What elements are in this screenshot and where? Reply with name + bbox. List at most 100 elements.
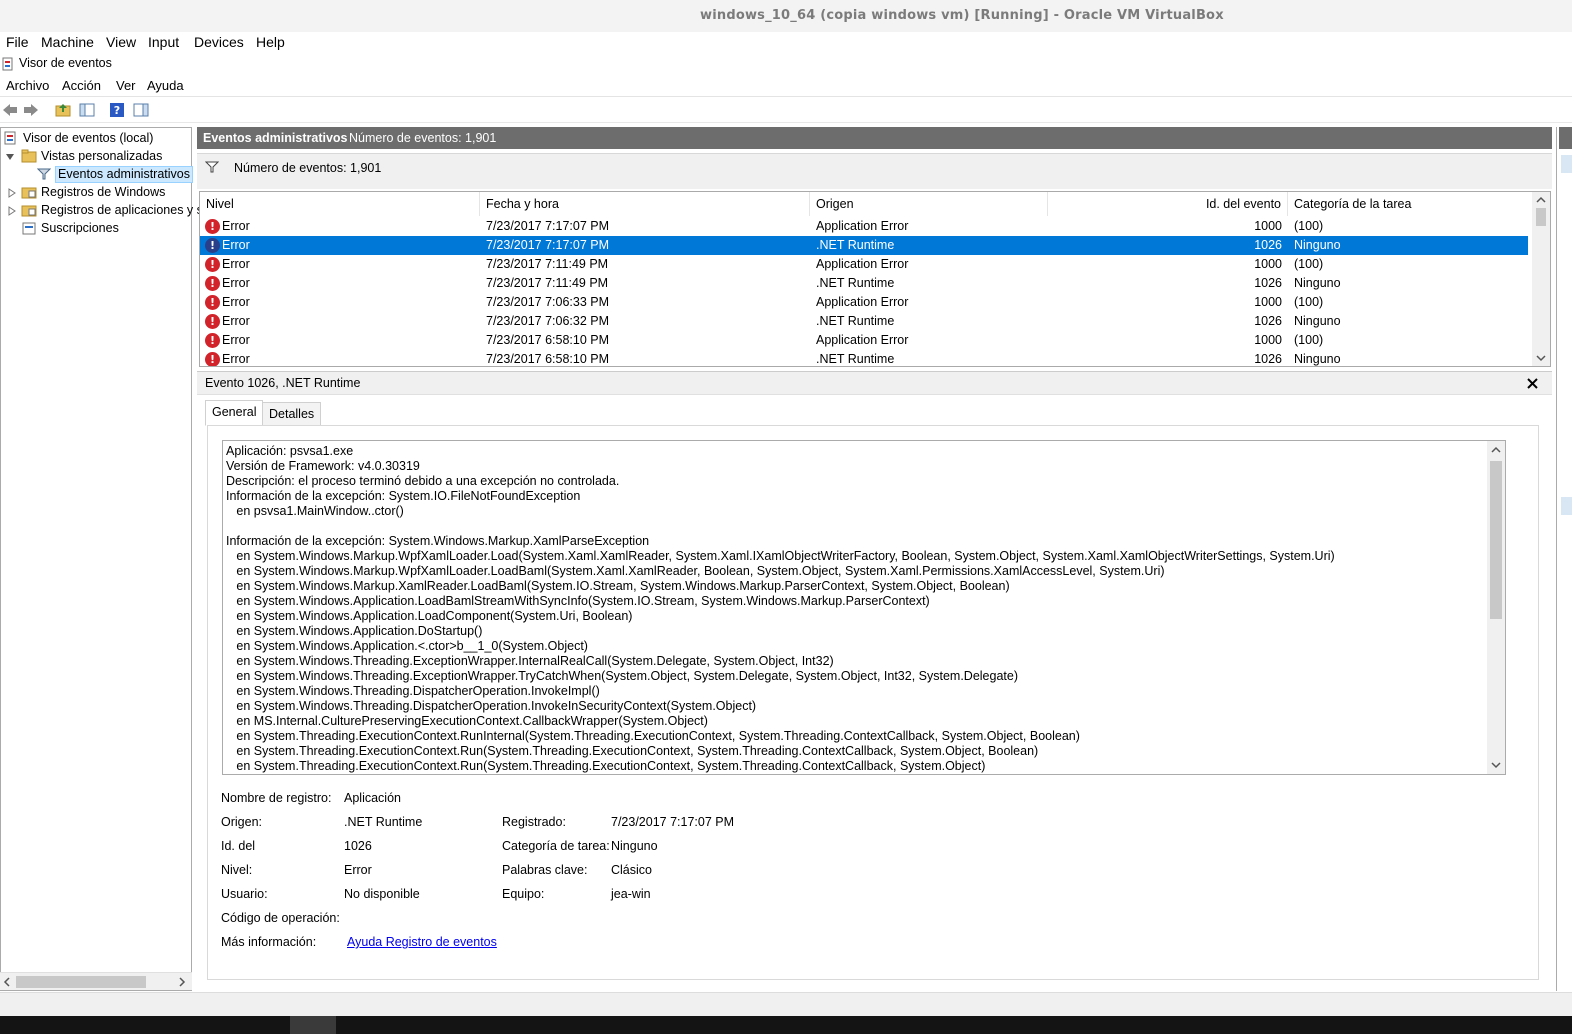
results-header: Eventos administrativos Número de evento…	[197, 127, 1552, 149]
scroll-down-icon[interactable]	[1536, 354, 1546, 362]
error-icon: !	[205, 219, 220, 234]
detail-header: Evento 1026, .NET Runtime	[197, 371, 1552, 395]
scroll-thumb[interactable]	[16, 976, 146, 988]
description-line: Información de la excepción: System.Wind…	[226, 534, 650, 548]
tree-item-label: Suscripciones	[41, 221, 119, 235]
scroll-thumb[interactable]	[1536, 208, 1546, 226]
subscriptions-icon	[22, 222, 36, 235]
vbox-menu-input[interactable]: Input	[148, 34, 179, 50]
results-header-title: Eventos administrativos	[203, 131, 348, 145]
col-id[interactable]: Id. del evento	[1048, 192, 1288, 216]
table-vertical-scrollbar[interactable]	[1532, 192, 1550, 366]
cell-event-id: 1000	[1254, 333, 1282, 347]
status-bar	[0, 992, 1572, 1016]
table-row[interactable]: ! Error 7/23/2017 7:06:32 PM .NET Runtime 10…	[200, 312, 1528, 331]
tree-item-label: Registros de aplicaciones y s	[41, 203, 203, 217]
table-row[interactable]: ! Error 7/23/2017 7:11:49 PM .NET Runtime 10…	[200, 274, 1528, 293]
prop-computer-value: jea-win	[611, 887, 651, 901]
vbox-menu-bar: File Machine View Input Devices Help	[0, 32, 1572, 52]
filter-bar: Número de eventos: 1,901	[197, 153, 1552, 189]
col-categoria[interactable]: Categoría de la tarea	[1288, 192, 1532, 216]
table-row[interactable]: ! Error 7/23/2017 7:17:07 PM .NET Runtime 10…	[200, 236, 1528, 255]
vbox-menu-machine[interactable]: Machine	[41, 34, 94, 50]
folder-icon	[21, 149, 37, 163]
scroll-up-icon[interactable]	[1491, 446, 1501, 454]
cell-category: Ninguno	[1294, 352, 1341, 366]
scroll-right-icon[interactable]	[178, 977, 186, 987]
error-icon: !	[205, 295, 220, 310]
scroll-down-icon[interactable]	[1491, 761, 1501, 769]
app-menu-bar: Archivo Acción Ver Ayuda	[0, 75, 1572, 97]
cell-event-id: 1026	[1254, 352, 1282, 366]
taskbar-active-app[interactable]	[290, 1016, 336, 1034]
table-row[interactable]: ! Error 7/23/2017 6:58:10 PM .NET Runtime 10…	[200, 350, 1528, 366]
description-line: en MS.Internal.CulturePreservingExecutio…	[226, 714, 708, 728]
scroll-thumb[interactable]	[1490, 461, 1502, 619]
console-tree: Visor de eventos (local) Vistas personal…	[0, 127, 203, 991]
cell-source: Application Error	[816, 333, 909, 347]
prop-computer-label: Equipo:	[502, 887, 545, 901]
cell-date: 7/23/2017 7:06:33 PM	[486, 295, 610, 309]
menu-archivo[interactable]: Archivo	[6, 78, 49, 93]
console-tree-icon[interactable]	[78, 101, 96, 119]
menu-ver[interactable]: Ver	[116, 78, 136, 93]
error-icon: !	[205, 352, 220, 366]
col-fecha[interactable]: Fecha y hora	[480, 192, 810, 216]
prop-id-value: 1026	[344, 839, 372, 853]
cell-event-id: 1026	[1254, 238, 1282, 252]
description-line: en System.Windows.Threading.ExceptionWra…	[226, 654, 834, 668]
vbox-menu-view[interactable]: View	[106, 34, 136, 50]
table-row[interactable]: ! Error 7/23/2017 7:11:49 PM Application Er…	[200, 255, 1528, 274]
prop-task-label: Categoría de tarea:	[502, 839, 610, 853]
prop-id-label: Id. del	[221, 839, 256, 853]
actions-group-edge	[1561, 155, 1572, 173]
error-icon: !	[205, 333, 220, 348]
description-line: en System.Windows.Markup.WpfXamlLoader.L…	[226, 564, 1165, 578]
actions-group-edge	[1561, 497, 1572, 515]
collapsed-chevron-icon[interactable]	[7, 206, 17, 216]
close-icon[interactable]	[1527, 378, 1538, 389]
cell-category: (100)	[1294, 219, 1324, 233]
expanded-chevron-icon[interactable]	[5, 152, 15, 162]
more-info-link[interactable]: Ayuda Registro de eventos	[347, 935, 497, 949]
menu-accion[interactable]: Acción	[62, 78, 101, 93]
action-pane-icon[interactable]	[132, 101, 150, 119]
description-vertical-scrollbar[interactable]	[1487, 441, 1505, 774]
table-row[interactable]: ! Error 7/23/2017 6:58:10 PM Application Er…	[200, 331, 1528, 350]
cell-level: Error	[222, 295, 250, 309]
description-line: en System.Windows.Markup.XamlReader.Load…	[226, 579, 1010, 593]
vbox-menu-file[interactable]: File	[6, 34, 29, 50]
back-arrow-icon[interactable]	[1, 101, 19, 119]
error-icon: !	[205, 257, 220, 272]
cell-source: .NET Runtime	[816, 276, 895, 290]
scroll-up-icon[interactable]	[1536, 196, 1546, 204]
event-viewer-root-icon	[4, 131, 16, 145]
table-row[interactable]: ! Error 7/23/2017 7:06:33 PM Application Er…	[200, 293, 1528, 312]
tab-general[interactable]: General	[205, 400, 264, 426]
filter-icon	[37, 168, 51, 180]
table-row[interactable]: ! Error 7/23/2017 7:17:07 PM Application Er…	[200, 217, 1528, 236]
cell-level: Error	[222, 333, 250, 347]
col-origen[interactable]: Origen	[810, 192, 1048, 216]
help-icon[interactable]: ?	[108, 101, 126, 119]
collapsed-chevron-icon[interactable]	[7, 188, 17, 198]
cell-category: Ninguno	[1294, 314, 1341, 328]
vbox-menu-help[interactable]: Help	[256, 34, 285, 50]
event-description-textbox[interactable]: Aplicación: psvsa1.exe Versión de Framewo…	[222, 440, 1506, 775]
cell-date: 7/23/2017 7:11:49 PM	[486, 276, 609, 290]
forward-arrow-icon[interactable]	[22, 101, 40, 119]
description-line: en System.Threading.ExecutionContext.Run…	[226, 744, 1039, 758]
cell-level: Error	[222, 238, 250, 252]
description-line: en System.Windows.Application.DoStartup(…	[226, 624, 483, 638]
description-line: Versión de Framework: v4.0.30319	[226, 459, 420, 473]
description-line: Aplicación: psvsa1.exe	[226, 444, 354, 458]
folder-up-icon[interactable]	[54, 101, 72, 119]
tab-detalles[interactable]: Detalles	[262, 402, 322, 426]
vbox-menu-devices[interactable]: Devices	[194, 34, 244, 50]
scroll-left-icon[interactable]	[3, 977, 11, 987]
menu-ayuda[interactable]: Ayuda	[147, 78, 184, 93]
folder-log-icon	[21, 205, 37, 217]
tree-horizontal-scrollbar[interactable]	[0, 972, 192, 990]
cell-category: (100)	[1294, 257, 1324, 271]
col-nivel[interactable]: Nivel	[200, 192, 480, 216]
